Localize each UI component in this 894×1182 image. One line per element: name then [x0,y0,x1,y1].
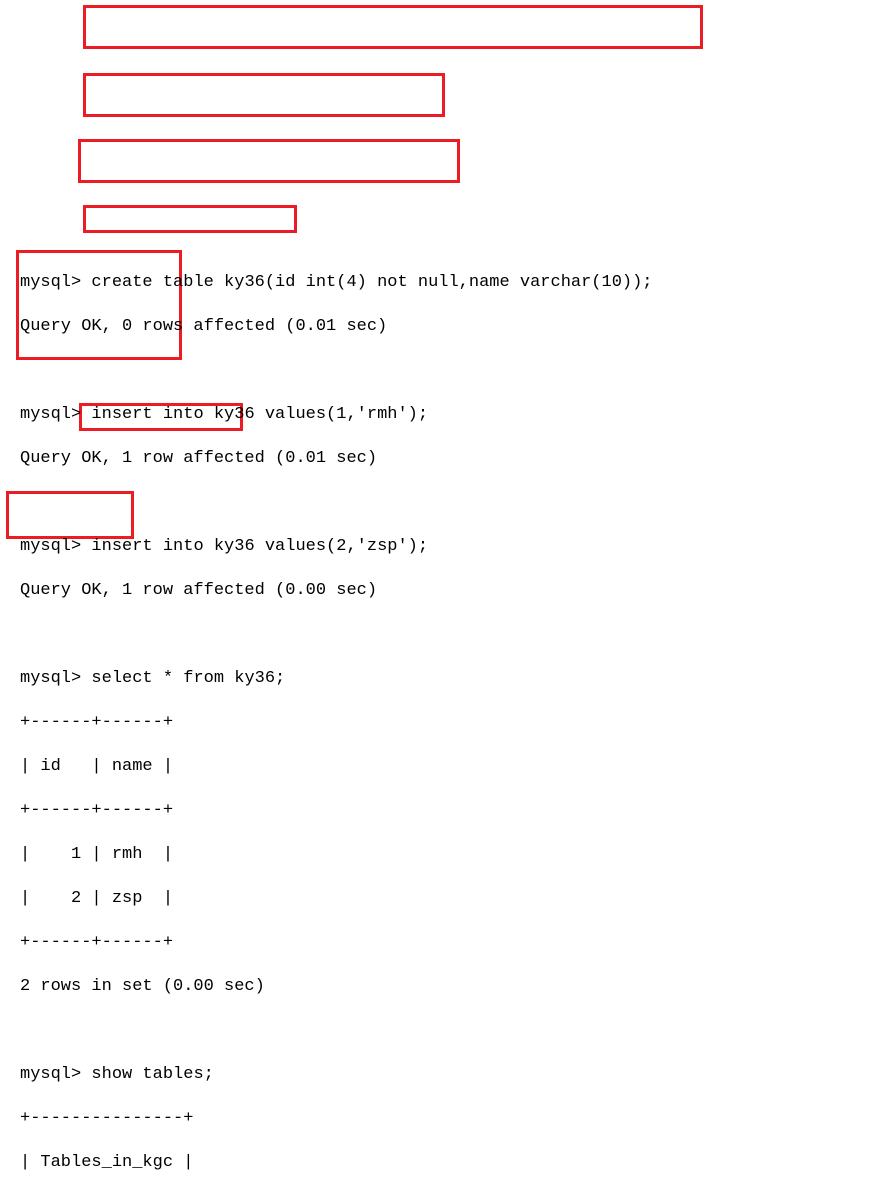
sql-select: select * from ky36; [91,669,285,688]
prompt: mysql> [20,273,81,292]
prompt: mysql> [20,537,81,556]
blank [20,492,874,514]
prompt: mysql> [20,669,81,688]
blank [20,624,874,646]
table-header: | id | name | [20,756,874,778]
table-border: +------+------+ [20,800,874,822]
sql-insert-1: insert into ky36 values(1,'rmh'); [91,405,428,424]
response-create: Query OK, 0 rows affected (0.01 sec) [20,316,874,338]
table-header: | Tables_in_kgc | [20,1152,874,1174]
sql-insert-2: insert into ky36 values(2,'zsp'); [91,537,428,556]
highlight-box-cmd2 [83,73,445,117]
response-select: 2 rows in set (0.00 sec) [20,976,874,998]
table-row: | 2 | zsp | [20,888,874,910]
highlight-box-cmd1 [83,5,703,49]
highlight-box-cmd4 [83,205,297,233]
table-border: +------+------+ [20,932,874,954]
prompt: mysql> [20,1065,81,1084]
response-insert-2: Query OK, 1 row affected (0.00 sec) [20,580,874,602]
sql-show-tables: show tables; [91,1065,213,1084]
highlight-box-table1 [16,250,182,360]
table-row: | 1 | rmh | [20,844,874,866]
sql-create-table: create table ky36(id int(4) not null,nam… [91,273,652,292]
response-insert-1: Query OK, 1 row affected (0.01 sec) [20,448,874,470]
highlight-box-cmd3 [78,139,460,183]
prompt: mysql> [20,405,81,424]
blank [20,1020,874,1042]
blank [20,360,874,382]
table-border: +------+------+ [20,712,874,734]
table-border: +---------------+ [20,1108,874,1130]
